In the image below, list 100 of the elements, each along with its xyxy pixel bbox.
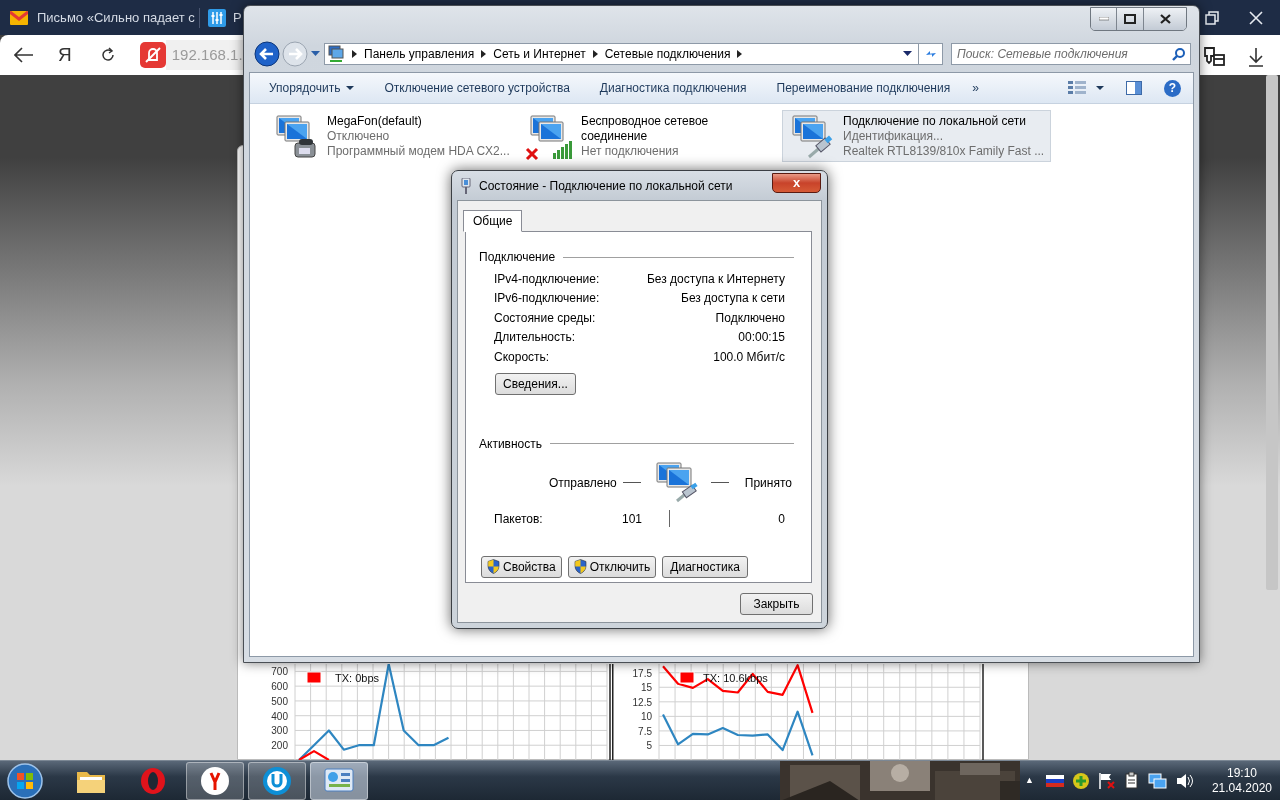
clock-date: 21.04.2020 <box>1211 780 1272 796</box>
browser-tab[interactable]: Письмо «Сильно падает с <box>0 0 195 35</box>
action-button[interactable]: Отключить <box>567 555 657 578</box>
close-icon[interactable] <box>1249 11 1263 25</box>
shield-crossed-icon[interactable] <box>139 42 166 68</box>
legend-swatch <box>679 671 695 684</box>
tab[interactable]: Общие <box>463 210 523 232</box>
reload-icon[interactable] <box>99 47 116 63</box>
sent-label: Отправлено <box>549 474 617 492</box>
minimize-icon <box>1098 17 1109 21</box>
address-bar[interactable]: Панель управления Сеть и Интернет Сетевые подключения <box>324 42 919 65</box>
dropdown-icon[interactable] <box>903 51 912 56</box>
section-heading: Активность <box>479 435 542 453</box>
taskbar-button[interactable] <box>186 761 244 800</box>
axis-label: 700 <box>271 666 288 678</box>
axis-label: 200 <box>271 740 288 752</box>
toolbar-button[interactable]: Отключение сетевого устройства <box>384 79 570 97</box>
axis-label: 15 <box>640 682 652 694</box>
start-button[interactable] <box>6 761 44 800</box>
browser-tab[interactable]: Р <box>203 0 242 35</box>
back-button[interactable] <box>254 40 280 67</box>
chevron-icon[interactable] <box>592 49 598 58</box>
action-button[interactable]: Диагностика <box>662 555 748 578</box>
connection-status: Идентификация... <box>843 129 944 144</box>
tray-expand-button[interactable]: ▲ <box>1025 773 1034 788</box>
maximize-button[interactable] <box>1117 8 1144 30</box>
connection-name: Беспроводное сетевое соединение <box>581 114 710 144</box>
chevron-icon[interactable] <box>737 49 743 58</box>
ring-icon <box>139 766 167 795</box>
field-label: Скорость: <box>494 348 550 366</box>
clock-time: 19:10 <box>1226 765 1257 781</box>
search-field[interactable]: Поиск: Сетевые подключения <box>951 42 1191 65</box>
plus-circle-icon[interactable] <box>1071 771 1090 790</box>
connection-name: MegaFon(default) <box>327 114 423 129</box>
language-flag-icon[interactable] <box>1045 774 1064 787</box>
chevron-icon[interactable] <box>352 49 357 58</box>
u-circle-icon <box>262 765 292 796</box>
field-label: Состояние среды: <box>494 309 596 327</box>
speaker-icon[interactable] <box>1175 772 1194 789</box>
axis-label: 600 <box>271 681 288 693</box>
close-icon <box>1159 14 1171 24</box>
axis-label: 7.5 <box>638 725 652 737</box>
maximize-icon <box>1124 14 1136 24</box>
window-title: Состояние - Подключение по локальной сети <box>479 177 733 195</box>
caret-icon[interactable] <box>1096 86 1104 90</box>
connection-item[interactable]: Подключение по локальной сети Идентификация... Realtek RTL8139/810x Family Fast ... <box>782 110 1052 162</box>
field-label: IPv6-подключение: <box>494 290 600 308</box>
field-value: Подключено <box>715 309 785 327</box>
scrollbar[interactable] <box>1266 75 1278 590</box>
network-plug-icon <box>461 177 471 194</box>
breadcrumb-item[interactable]: Сеть и Интернет <box>493 44 586 63</box>
field-value: Без доступа к Интернету <box>647 270 785 288</box>
search-input[interactable]: Поиск: Сетевые подключения <box>957 44 1172 63</box>
download-icon[interactable] <box>1247 47 1265 67</box>
y-circle-icon <box>200 765 230 796</box>
close-button[interactable] <box>1144 8 1186 30</box>
flag-error-icon[interactable] <box>1097 771 1116 790</box>
network-folder-icon <box>327 44 345 63</box>
toolbar-button[interactable]: Переименование подключения <box>776 79 951 97</box>
clipboard-icon[interactable] <box>1123 771 1140 790</box>
connection-item[interactable]: Беспроводное сетевое соединение Нет подключения <box>520 110 782 162</box>
details-button[interactable]: Сведения... <box>495 372 576 395</box>
toolbar-button[interactable]: Упорядочить <box>269 79 355 97</box>
legend-label: TX: 0bps <box>335 672 380 684</box>
sliders-icon <box>207 8 226 27</box>
toolbar-button[interactable]: Диагностика подключения <box>599 79 747 97</box>
action-button[interactable]: Свойства <box>481 555 562 578</box>
axis-label: 500 <box>271 695 288 707</box>
axis-label: 17.5 <box>632 667 652 679</box>
view-options-icon[interactable] <box>1068 81 1086 95</box>
back-icon[interactable] <box>14 47 34 63</box>
connection-name: Подключение по локальной сети <box>843 114 1027 129</box>
chevron-icon[interactable] <box>481 49 487 58</box>
axis-label: 300 <box>271 725 288 737</box>
packets-received: 0 <box>778 510 785 528</box>
close-button[interactable]: x <box>772 172 821 193</box>
received-label: Принято <box>744 474 792 492</box>
network-icon[interactable] <box>1147 771 1168 790</box>
axis-label: 400 <box>271 710 288 722</box>
restore-icon[interactable] <box>1205 11 1219 25</box>
refresh-button[interactable] <box>919 42 943 65</box>
connection-item[interactable]: MegaFon(default) Отключено Программный модем HDA CX2... <box>266 110 520 162</box>
axis-label: 5 <box>646 740 652 752</box>
field-value: 100.0 Мбит/с <box>713 348 785 366</box>
device-name: Realtek RTL8139/810x Family Fast ... <box>843 144 1045 159</box>
field-label: IPv4-подключение: <box>494 270 600 288</box>
close-dialog-button[interactable]: Закрыть <box>740 593 813 615</box>
connection-status: Отключено <box>327 129 391 144</box>
key-icon[interactable] <box>1202 45 1226 69</box>
search-icon[interactable] <box>1172 46 1186 61</box>
legend-swatch <box>306 671 322 684</box>
taskbar-button[interactable] <box>248 761 306 800</box>
home-button[interactable]: Я <box>58 40 72 70</box>
help-button[interactable]: ? <box>1164 79 1181 97</box>
breadcrumb-item[interactable]: Сетевые подключения <box>604 44 731 63</box>
breadcrumb-item[interactable]: Панель управления <box>364 44 475 63</box>
toolbar-button[interactable]: » <box>972 79 979 97</box>
clock[interactable]: 19:10 21.04.2020 <box>1211 765 1272 796</box>
preview-pane-icon[interactable] <box>1126 81 1142 95</box>
control-panel-icon <box>324 766 354 795</box>
